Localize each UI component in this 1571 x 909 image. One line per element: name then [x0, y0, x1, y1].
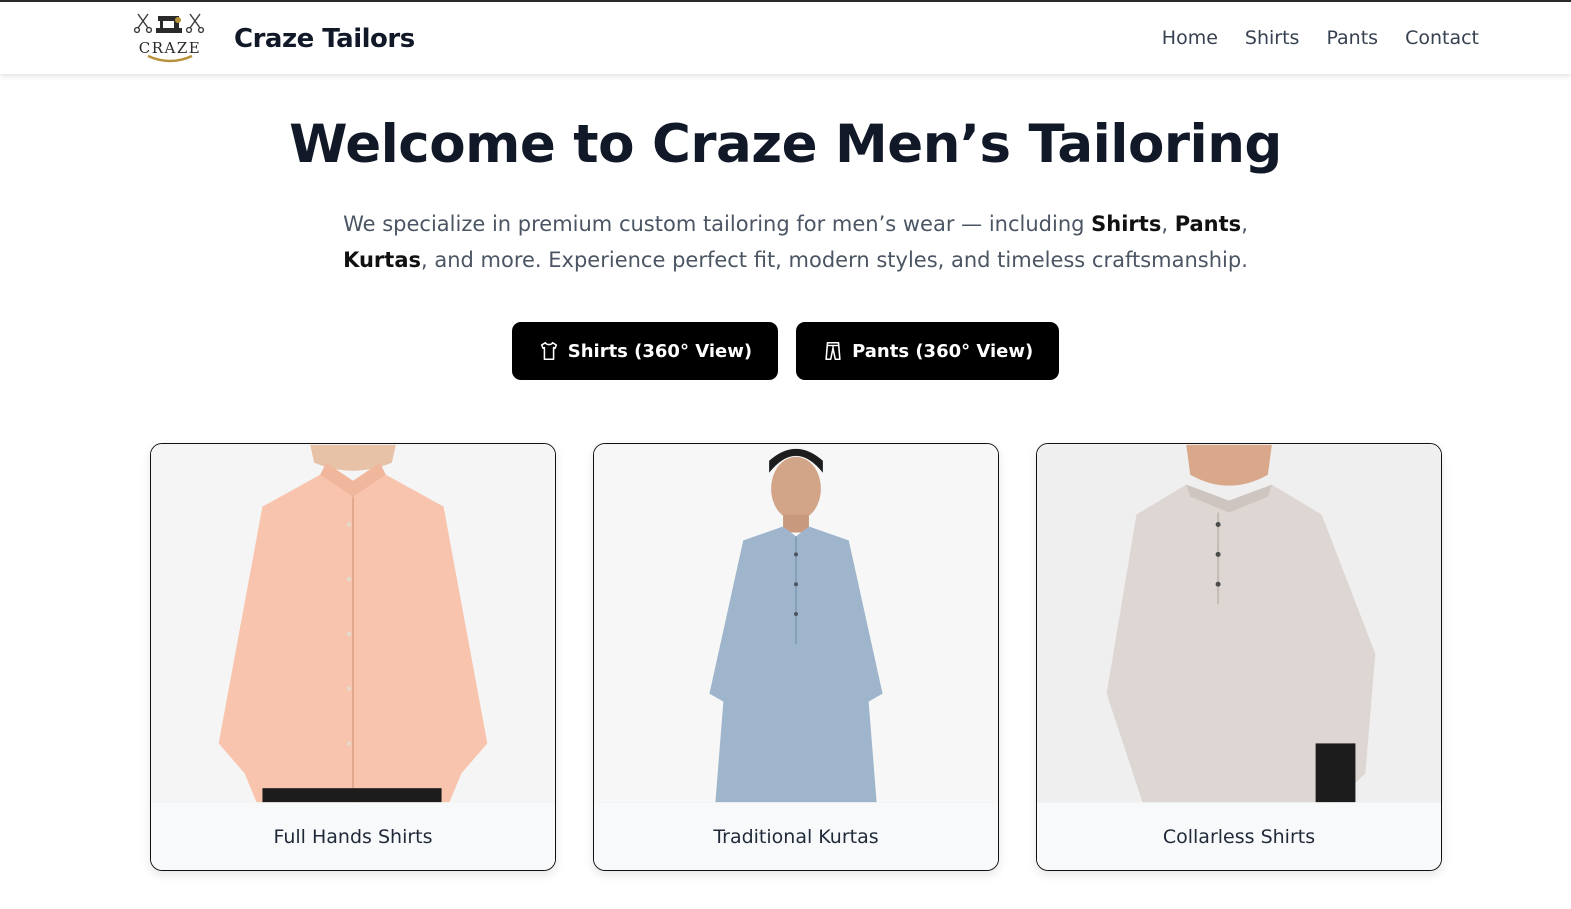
pants-icon [825, 341, 841, 361]
logo-text: CRAZE [138, 39, 202, 57]
subtitle-pants: Pants [1174, 212, 1242, 236]
craze-logo[interactable]: CRAZE [128, 8, 212, 68]
category-cards: Full Hands Shirts Traditional Kurtas Col… [150, 443, 1442, 871]
subtitle-separator: , [1161, 212, 1175, 236]
brand-name[interactable]: Craze Tailors [234, 24, 415, 54]
nav-pants-link[interactable]: Pants [1326, 27, 1378, 49]
sewing-machine-logo-icon [133, 13, 205, 63]
card-label: Full Hands Shirts [151, 803, 555, 870]
subtitle-intro: We specialize in premium custom tailorin… [343, 212, 1092, 236]
nav-links: Home Shirts Pants Contact [1162, 27, 1479, 49]
shirts-360-button[interactable]: Shirts (360° View) [511, 322, 779, 380]
subtitle-outro: , and more. Experience perfect fit, mode… [421, 248, 1248, 272]
full-hands-shirt-image [151, 444, 555, 803]
shirts-360-label: Shirts (360° View) [567, 340, 753, 362]
subtitle-kurtas: Kurtas [343, 248, 421, 272]
cta-buttons: Shirts (360° View) Pants (360° View) [0, 322, 1571, 380]
nav-shirts-link[interactable]: Shirts [1245, 27, 1300, 49]
subtitle-separator: , [1241, 212, 1248, 236]
nav-contact-link[interactable]: Contact [1405, 27, 1479, 49]
hero-subtitle: We specialize in premium custom tailorin… [300, 206, 1291, 278]
shirt-icon [540, 341, 557, 361]
traditional-kurta-image [594, 444, 998, 803]
card-collarless-shirts[interactable]: Collarless Shirts [1036, 443, 1442, 871]
pants-360-label: Pants (360° View) [852, 340, 1034, 362]
nav-home-link[interactable]: Home [1162, 27, 1218, 49]
card-traditional-kurtas[interactable]: Traditional Kurtas [593, 443, 999, 871]
card-label: Collarless Shirts [1037, 803, 1441, 870]
pants-360-button[interactable]: Pants (360° View) [796, 322, 1060, 380]
subtitle-shirts: Shirts [1091, 212, 1162, 236]
collarless-shirt-image [1037, 444, 1441, 803]
card-full-hands-shirts[interactable]: Full Hands Shirts [150, 443, 556, 871]
hero-title: Welcome to Craze Men’s Tailoring [289, 114, 1282, 175]
card-label: Traditional Kurtas [594, 803, 998, 870]
navbar: CRAZE Craze Tailors Home Shirts Pants Co… [0, 2, 1571, 74]
